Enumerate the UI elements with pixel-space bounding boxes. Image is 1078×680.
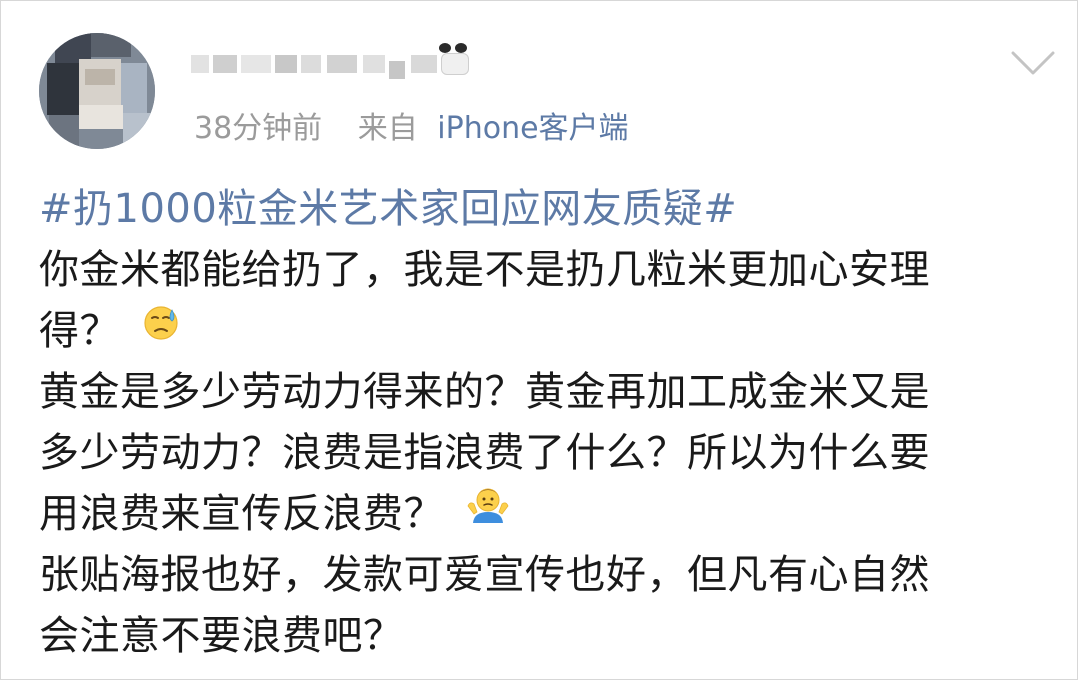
avatar[interactable] <box>39 33 155 149</box>
avatar-pixel <box>121 63 147 113</box>
avatar-pixel <box>49 115 79 149</box>
avatar-pixel <box>79 105 123 129</box>
username-blurred[interactable] <box>191 41 481 83</box>
post-text-line: 你金米都能给扔了，我是不是扔几粒米更加心安理 <box>39 247 930 293</box>
avatar-pixel <box>123 113 155 149</box>
source-client-link[interactable]: iPhone客户端 <box>437 111 628 146</box>
post-meta: 38分钟前 来自 iPhone客户端 <box>194 107 629 151</box>
post-text-line: 黄金是多少劳动力得来的？黄金再加工成金米又是 <box>39 369 930 415</box>
post-text-line-with-emoji: 得？ <box>39 301 1049 362</box>
avatar-pixel <box>91 33 131 57</box>
shrug-person-emoji <box>465 482 511 543</box>
source-label: 来自 <box>357 111 418 146</box>
post-time: 38分钟前 <box>194 111 323 146</box>
avatar-pixel <box>85 69 115 85</box>
post-text-line: 用浪费来宣传反浪费？ <box>39 491 444 537</box>
post-card: 38分钟前 来自 iPhone客户端 #扔1000粒金米艺术家回应网友质疑# 你… <box>0 0 1078 680</box>
post-text-line: 得？ <box>39 308 120 354</box>
sweat-face-emoji <box>141 299 181 360</box>
hashtag-link[interactable]: #扔1000粒金米艺术家回应网友质疑# <box>39 179 1049 240</box>
post-body: #扔1000粒金米艺术家回应网友质疑# 你金米都能给扔了，我是不是扔几粒米更加心… <box>39 179 1049 667</box>
post-text-line: 会注意不要浪费吧？ <box>39 613 404 659</box>
post-text-line-with-emoji: 用浪费来宣传反浪费？ <box>39 484 1049 545</box>
post-text-line: 多少劳动力？浪费是指浪费了什么？所以为什么要 <box>39 430 930 476</box>
avatar-pixel <box>47 63 79 115</box>
chevron-down-icon[interactable] <box>1009 47 1057 77</box>
post-text-line: 张贴海报也好，发款可爱宣传也好，但凡有心自然 <box>39 552 930 598</box>
